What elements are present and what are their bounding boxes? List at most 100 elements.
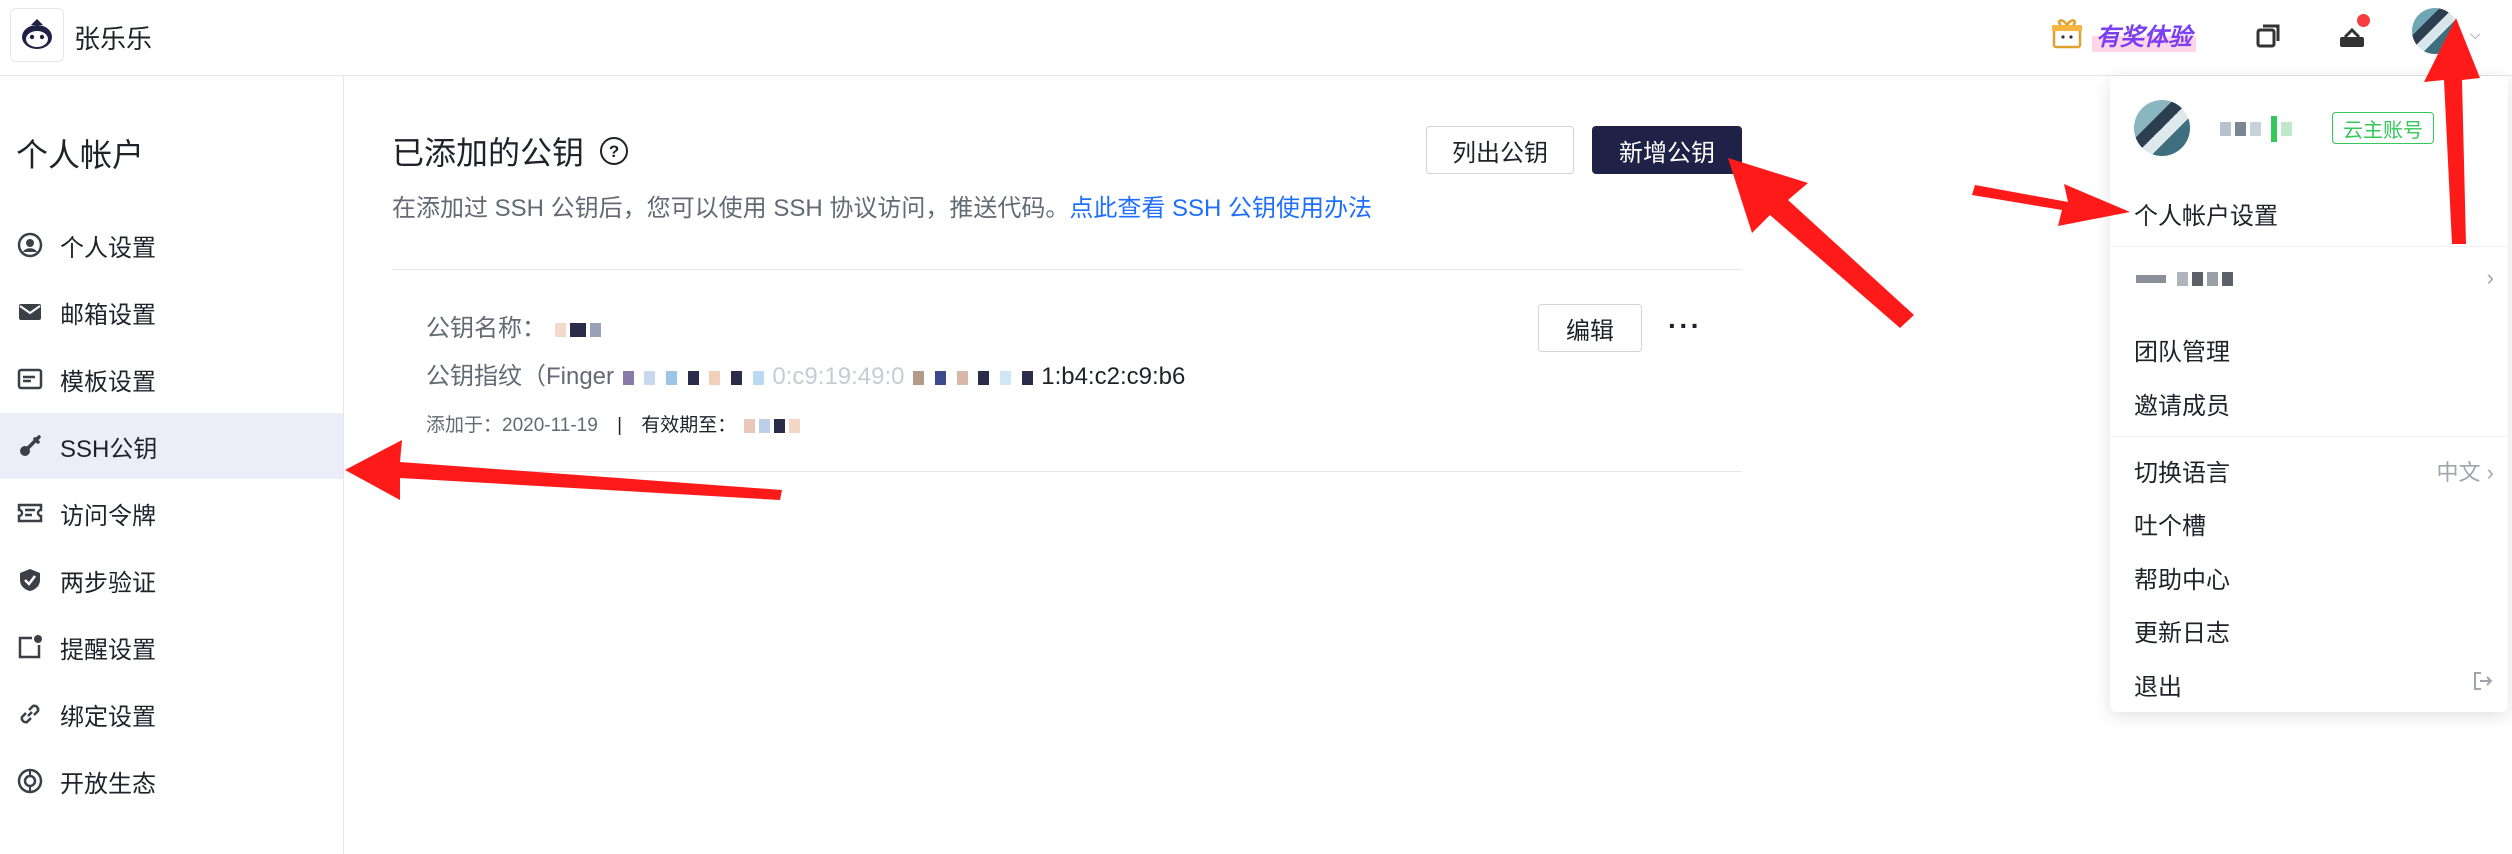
redacted-block	[2191, 271, 2203, 286]
team-name-redacted	[2134, 264, 2235, 292]
copy-window-icon	[2256, 24, 2280, 48]
redacted-block	[687, 370, 699, 385]
redacted-block	[2250, 122, 2261, 136]
shield-check-icon	[15, 565, 45, 595]
menu-divider	[2110, 246, 2508, 247]
menu-item-feedback[interactable]: 吐个槽	[2134, 506, 2494, 541]
redacted-block	[666, 370, 678, 385]
sidebar-item-access-tokens[interactable]: 访问令牌	[0, 480, 343, 546]
user-avatar[interactable]	[2412, 8, 2458, 54]
sidebar-item-reminder-settings[interactable]: 提醒设置	[0, 614, 343, 680]
sidebar-item-label: 模板设置	[60, 368, 156, 396]
menu-divider	[2110, 436, 2508, 437]
redacted-block	[2176, 271, 2188, 286]
sidebar-item-personal-settings[interactable]: 个人设置	[0, 212, 343, 278]
menu-item-label: 个人帐户设置	[2134, 203, 2278, 230]
key-meta-row: 添加于：2020-11-19 | 有效期至：	[426, 410, 802, 437]
language-value: 中文 ›	[2436, 459, 2494, 485]
menu-item-label: 切换语言	[2134, 460, 2230, 487]
sidebar-item-label: 两步验证	[60, 569, 156, 597]
dropdown-avatar	[2134, 100, 2190, 156]
chevron-down-icon[interactable]: ⌵	[2470, 26, 2481, 43]
more-options-icon[interactable]: ···	[1668, 310, 1702, 342]
gift-box-icon	[2052, 19, 2082, 49]
page-title: 已添加的公钥 ?	[392, 128, 629, 174]
logout-icon	[2472, 670, 2494, 699]
user-circle-icon	[15, 230, 45, 260]
meta-separator: |	[617, 415, 623, 436]
redacted-block	[622, 370, 634, 385]
redacted-block	[743, 418, 755, 433]
redacted-block	[2280, 122, 2292, 136]
redacted-block	[644, 370, 656, 385]
menu-item-label: 吐个槽	[2134, 513, 2206, 540]
reward-experience-link[interactable]: 有奖体验	[2050, 14, 2196, 54]
menu-item-invite-members[interactable]: 邀请成员	[2134, 386, 2494, 421]
list-bottom-divider	[392, 471, 1742, 472]
redacted-block	[2206, 271, 2218, 286]
app-logo[interactable]	[10, 8, 64, 62]
menu-item-changelog[interactable]: 更新日志	[2134, 613, 2494, 648]
redacted-block	[2220, 122, 2231, 136]
redacted-block	[934, 370, 946, 385]
menu-item-help-center[interactable]: 帮助中心	[2134, 560, 2494, 595]
menu-item-personal-account-settings[interactable]: 个人帐户设置	[2134, 196, 2494, 231]
ticket-icon	[15, 498, 45, 528]
window-toggle-button[interactable]	[2250, 18, 2286, 54]
arrow-to-account-settings	[1972, 184, 2130, 226]
sidebar-item-label: 提醒设置	[60, 636, 156, 664]
redacted-block	[554, 322, 566, 337]
menu-item-team-switcher[interactable]: ›	[2134, 264, 2494, 292]
sidebar-item-label: 绑定设置	[60, 703, 156, 731]
redacted-block	[709, 370, 721, 385]
key-name-row: 公钥名称：	[426, 308, 603, 343]
key-icon	[15, 431, 45, 461]
redacted-block	[2235, 122, 2246, 136]
redacted-block	[2221, 271, 2233, 286]
team-name[interactable]: 张乐乐	[74, 19, 152, 56]
redacted-block	[773, 418, 785, 433]
sidebar-item-label: 邮箱设置	[60, 301, 156, 329]
arrow-to-add-button	[1728, 158, 1914, 328]
fingerprint-partial: 0:c9:19:49:0	[772, 363, 905, 390]
ssh-usage-help-link[interactable]: 点此查看 SSH 公钥使用办法	[1069, 195, 1372, 222]
sidebar-item-two-step-verification[interactable]: 两步验证	[0, 547, 343, 613]
redacted-block	[1021, 370, 1033, 385]
sidebar-item-binding-settings[interactable]: 绑定设置	[0, 681, 343, 747]
sidebar-item-template-settings[interactable]: 模板设置	[0, 346, 343, 412]
chevron-right-icon: ›	[2486, 265, 2494, 290]
redacted-block	[569, 322, 586, 337]
redacted-block	[752, 370, 764, 385]
page-description: 在添加过 SSH 公钥后，您可以使用 SSH 协议访问，推送代码。点此查看 SS…	[392, 188, 1372, 223]
added-label: 添加于：	[426, 415, 503, 436]
edit-key-button[interactable]: 编辑	[1538, 304, 1642, 352]
sidebar-item-label: 个人设置	[60, 234, 156, 262]
top-bar: 张乐乐 有奖体验 ⌵	[0, 0, 2512, 76]
redacted-block	[589, 322, 601, 337]
help-question-icon[interactable]: ?	[600, 137, 629, 165]
list-keys-button[interactable]: 列出公钥	[1426, 126, 1574, 174]
redacted-block	[2270, 116, 2277, 142]
menu-item-team-management[interactable]: 团队管理	[2134, 332, 2494, 367]
add-key-button[interactable]: 新增公钥	[1592, 126, 1742, 174]
main-account-badge: 云主账号	[2332, 112, 2434, 144]
menu-item-label: 帮助中心	[2134, 567, 2230, 594]
expiry-label: 有效期至：	[641, 415, 737, 436]
key-fingerprint-row: 公钥指纹（Finger 0:c9:19:49:0 1:b4:c2:c9:b6	[426, 356, 1185, 391]
sidebar-item-email-settings[interactable]: 邮箱设置	[0, 279, 343, 345]
sidebar-title: 个人帐户	[16, 137, 145, 173]
sidebar-item-label: 访问令牌	[60, 502, 156, 530]
menu-item-switch-language[interactable]: 切换语言 中文 ›	[2134, 453, 2494, 488]
mail-icon	[15, 297, 45, 327]
notification-button[interactable]	[2334, 14, 2370, 54]
redacted-block	[913, 370, 925, 385]
template-icon	[15, 364, 45, 394]
sidebar-item-label: SSH公钥	[60, 435, 158, 463]
sidebar-item-ssh-keys[interactable]: SSH公钥	[0, 413, 343, 479]
sidebar-item-open-ecosystem[interactable]: 开放生态	[0, 748, 343, 814]
sidebar-item-label: 开放生态	[60, 770, 156, 798]
account-dropdown-menu: 云主账号 个人帐户设置 › 团队管理 邀请成员 切换语言 中文 › 吐个槽 帮助…	[2110, 76, 2508, 712]
menu-item-logout[interactable]: 退出	[2134, 667, 2494, 702]
globe-icon	[15, 766, 45, 796]
menu-item-label: 邀请成员	[2134, 393, 2230, 420]
